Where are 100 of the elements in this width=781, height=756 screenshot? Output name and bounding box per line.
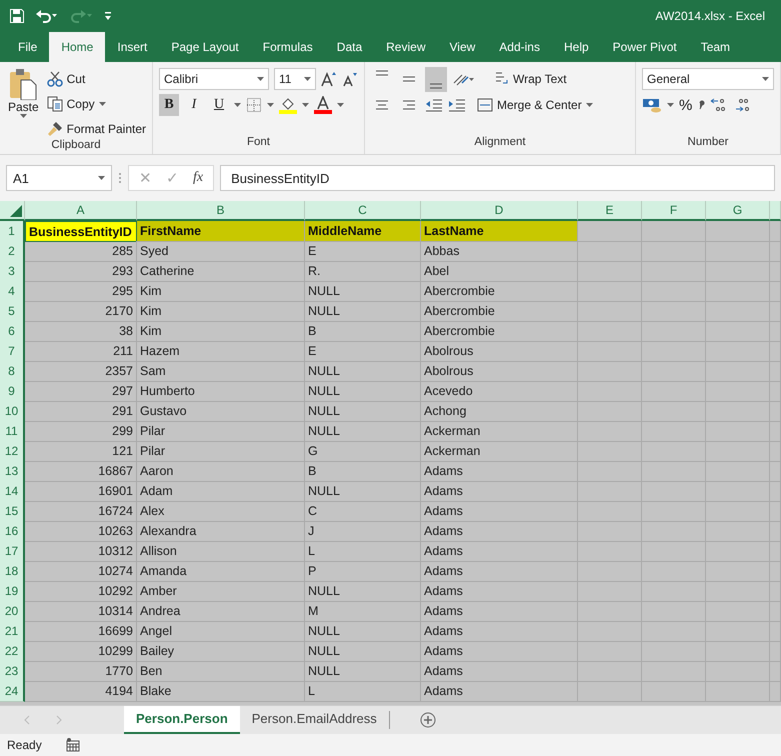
table-cell[interactable]: Adams <box>421 561 578 582</box>
empty-cell[interactable] <box>706 381 770 402</box>
empty-cell[interactable] <box>706 661 770 682</box>
decrease-decimal-icon[interactable] <box>733 97 752 113</box>
table-cell[interactable]: 2170 <box>25 301 137 322</box>
table-cell[interactable]: B <box>305 321 421 342</box>
caret-icon[interactable] <box>302 103 309 107</box>
empty-cell[interactable] <box>642 421 706 442</box>
empty-cell[interactable] <box>770 461 781 482</box>
row-header[interactable]: 10 <box>0 401 25 422</box>
empty-cell[interactable] <box>642 301 706 322</box>
empty-cell[interactable] <box>642 261 706 282</box>
table-cell[interactable]: Abercrombie <box>421 321 578 342</box>
empty-cell[interactable] <box>706 261 770 282</box>
table-cell[interactable]: Alexandra <box>137 521 305 542</box>
ribbon-tab[interactable]: Home <box>49 32 106 62</box>
empty-cell[interactable] <box>642 381 706 402</box>
row-header[interactable]: 12 <box>0 441 25 462</box>
table-cell[interactable]: NULL <box>305 641 421 662</box>
row-header[interactable]: 2 <box>0 241 25 262</box>
ribbon-tab[interactable]: Formulas <box>250 32 325 62</box>
table-cell[interactable]: Adams <box>421 661 578 682</box>
increase-indent-icon[interactable] <box>448 97 466 113</box>
previous-sheet-icon[interactable] <box>24 715 30 725</box>
insert-function-button[interactable]: fx <box>193 170 204 186</box>
caret-icon[interactable] <box>762 77 769 81</box>
row-header[interactable]: 15 <box>0 501 25 522</box>
table-cell[interactable]: Adams <box>421 521 578 542</box>
table-cell[interactable]: 16901 <box>25 481 137 502</box>
row-header[interactable]: 3 <box>0 261 25 282</box>
table-cell[interactable]: 293 <box>25 261 137 282</box>
empty-cell[interactable] <box>642 221 706 242</box>
empty-cell[interactable] <box>578 581 642 602</box>
table-cell[interactable]: 291 <box>25 401 137 422</box>
empty-cell[interactable] <box>770 401 781 422</box>
caret-icon[interactable] <box>98 176 105 180</box>
row-header[interactable]: 4 <box>0 281 25 302</box>
empty-cell[interactable] <box>706 401 770 422</box>
column-header[interactable]: D <box>421 201 578 221</box>
empty-cell[interactable] <box>770 661 781 682</box>
row-header[interactable]: 13 <box>0 461 25 482</box>
row-header[interactable]: 17 <box>0 541 25 562</box>
column-header[interactable]: E <box>578 201 642 221</box>
empty-cell[interactable] <box>642 621 706 642</box>
row-header[interactable]: 5 <box>0 301 25 322</box>
table-cell[interactable]: Adams <box>421 641 578 662</box>
ribbon-tab[interactable]: Power Pivot <box>600 32 689 62</box>
table-cell[interactable]: 295 <box>25 281 137 302</box>
caret-icon[interactable] <box>257 77 264 81</box>
table-cell[interactable]: Adams <box>421 501 578 522</box>
table-cell[interactable]: 10263 <box>25 521 137 542</box>
empty-cell[interactable] <box>578 641 642 662</box>
table-cell[interactable]: Adams <box>421 581 578 602</box>
empty-cell[interactable] <box>642 401 706 422</box>
table-cell[interactable]: 16867 <box>25 461 137 482</box>
empty-cell[interactable] <box>770 381 781 402</box>
table-cell[interactable]: 299 <box>25 421 137 442</box>
table-cell[interactable]: 121 <box>25 441 137 462</box>
empty-cell[interactable] <box>578 561 642 582</box>
table-cell[interactable]: Angel <box>137 621 305 642</box>
table-cell[interactable]: Abolrous <box>421 341 578 362</box>
empty-cell[interactable] <box>642 661 706 682</box>
sheet-tab[interactable]: Person.EmailAddress <box>240 706 389 734</box>
save-icon[interactable] <box>10 9 24 23</box>
empty-cell[interactable] <box>770 641 781 662</box>
table-cell[interactable]: NULL <box>305 481 421 502</box>
table-cell[interactable]: 1770 <box>25 661 137 682</box>
empty-cell[interactable] <box>706 521 770 542</box>
ribbon-tab[interactable]: Data <box>324 32 374 62</box>
empty-cell[interactable] <box>706 221 770 242</box>
table-cell[interactable]: L <box>305 541 421 562</box>
table-cell[interactable]: NULL <box>305 661 421 682</box>
table-cell[interactable]: Adams <box>421 481 578 502</box>
empty-cell[interactable] <box>642 321 706 342</box>
table-cell[interactable]: L <box>305 681 421 702</box>
empty-cell[interactable] <box>642 361 706 382</box>
table-cell[interactable]: Ackerman <box>421 421 578 442</box>
table-cell[interactable]: Adam <box>137 481 305 502</box>
empty-cell[interactable] <box>706 581 770 602</box>
add-sheet-icon[interactable] <box>420 712 436 728</box>
row-header[interactable]: 16 <box>0 521 25 542</box>
empty-cell[interactable] <box>578 241 642 262</box>
empty-cell[interactable] <box>642 561 706 582</box>
empty-cell[interactable] <box>578 441 642 462</box>
empty-cell[interactable] <box>706 361 770 382</box>
empty-cell[interactable] <box>578 281 642 302</box>
empty-cell[interactable] <box>578 261 642 282</box>
empty-cell[interactable] <box>706 441 770 462</box>
table-cell[interactable]: E <box>305 341 421 362</box>
table-cell[interactable]: Abbas <box>421 241 578 262</box>
font-style-button[interactable]: I <box>184 94 204 116</box>
copy-button[interactable]: Copy <box>46 93 146 114</box>
empty-cell[interactable] <box>770 681 781 702</box>
wrap-text-button[interactable]: Wrap Text <box>495 68 567 90</box>
table-cell[interactable]: Adams <box>421 541 578 562</box>
table-cell[interactable]: Amber <box>137 581 305 602</box>
ribbon-tab[interactable]: View <box>438 32 488 62</box>
formula-field[interactable]: BusinessEntityID <box>220 165 775 191</box>
table-cell[interactable]: Hazem <box>137 341 305 362</box>
table-cell[interactable]: Achong <box>421 401 578 422</box>
